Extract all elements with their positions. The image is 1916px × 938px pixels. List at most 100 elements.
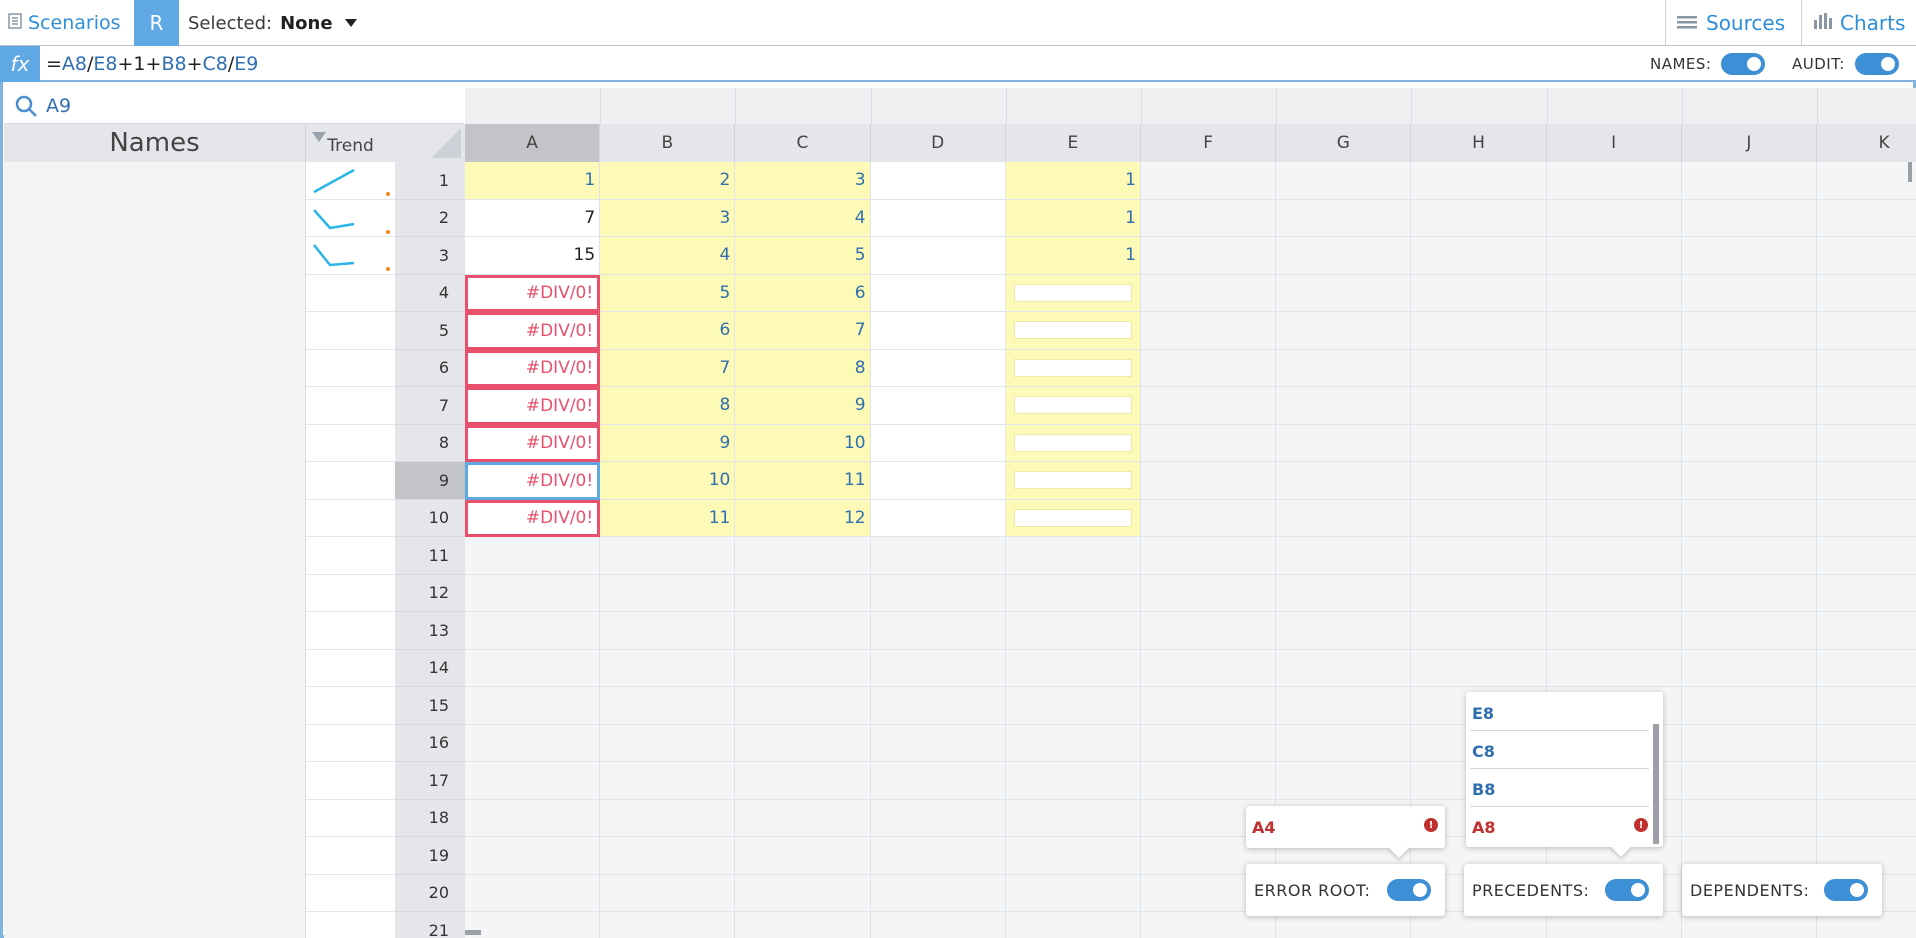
cell-f14[interactable] bbox=[1141, 649, 1277, 687]
cell-k16[interactable] bbox=[1817, 724, 1916, 762]
cell-j16[interactable] bbox=[1681, 724, 1817, 762]
cell-a5[interactable]: #DIV/0! bbox=[465, 312, 601, 350]
cell-j5[interactable] bbox=[1681, 312, 1817, 350]
cell-g5[interactable] bbox=[1276, 312, 1412, 350]
cell-c14[interactable] bbox=[735, 649, 871, 687]
column-header-h[interactable]: H bbox=[1411, 124, 1547, 162]
cell-e17[interactable] bbox=[1005, 762, 1141, 800]
cell-c5[interactable]: 7 bbox=[735, 312, 871, 350]
cell-e14[interactable] bbox=[1005, 649, 1141, 687]
column-header-d[interactable]: D bbox=[870, 124, 1006, 162]
cell-d2[interactable] bbox=[870, 199, 1006, 237]
cell-h13[interactable] bbox=[1411, 612, 1547, 650]
column-header-k[interactable]: K bbox=[1817, 124, 1916, 162]
cell-c11[interactable] bbox=[735, 537, 871, 575]
cell-a2[interactable]: 7 bbox=[465, 199, 601, 237]
cell-i7[interactable] bbox=[1546, 387, 1682, 425]
precedent-item-error[interactable]: A8 bbox=[1472, 818, 1496, 837]
cell-e1[interactable]: 1 bbox=[1005, 162, 1141, 200]
cell-i5[interactable] bbox=[1546, 312, 1682, 350]
cell-i10[interactable] bbox=[1546, 499, 1682, 537]
cell-j18[interactable] bbox=[1681, 799, 1817, 837]
cell-c4[interactable]: 6 bbox=[735, 274, 871, 312]
cell-a19[interactable] bbox=[465, 837, 601, 875]
cell-d18[interactable] bbox=[870, 799, 1006, 837]
cell-k5[interactable] bbox=[1817, 312, 1916, 350]
row-header-14[interactable]: 14 bbox=[395, 649, 465, 687]
cell-a1[interactable]: 1 bbox=[465, 162, 601, 200]
cell-b7[interactable]: 8 bbox=[600, 387, 736, 425]
cell-b13[interactable] bbox=[600, 612, 736, 650]
cell-i2[interactable] bbox=[1546, 199, 1682, 237]
cell-e9[interactable] bbox=[1005, 462, 1141, 500]
cell-b15[interactable] bbox=[600, 687, 736, 725]
cell-b9[interactable]: 10 bbox=[600, 462, 736, 500]
cell-j1[interactable] bbox=[1681, 162, 1817, 200]
cell-d1[interactable] bbox=[870, 162, 1006, 200]
cell-g2[interactable] bbox=[1276, 199, 1412, 237]
cell-i1[interactable] bbox=[1546, 162, 1682, 200]
cell-f7[interactable] bbox=[1141, 387, 1277, 425]
cell-a9[interactable]: #DIV/0! bbox=[465, 462, 601, 500]
cell-a16[interactable] bbox=[465, 724, 601, 762]
audit-toggle[interactable] bbox=[1854, 53, 1899, 75]
selected-dropdown[interactable]: Selected: None bbox=[188, 0, 357, 46]
cell-b17[interactable] bbox=[600, 762, 736, 800]
grid-horizontal-scrollbar[interactable] bbox=[465, 930, 481, 935]
dependents-toggle[interactable] bbox=[1824, 879, 1868, 901]
sources-button[interactable]: Sources bbox=[1665, 0, 1801, 46]
cell-c17[interactable] bbox=[735, 762, 871, 800]
row-header-9[interactable]: 9 bbox=[395, 462, 465, 500]
cell-i12[interactable] bbox=[1546, 574, 1682, 612]
cell-c3[interactable]: 5 bbox=[735, 237, 871, 275]
cell-g7[interactable] bbox=[1276, 387, 1412, 425]
fx-button[interactable]: fx bbox=[0, 46, 40, 82]
column-header-e[interactable]: E bbox=[1005, 124, 1141, 162]
cell-h8[interactable] bbox=[1411, 424, 1547, 462]
cell-f3[interactable] bbox=[1141, 237, 1277, 275]
cell-g14[interactable] bbox=[1276, 649, 1412, 687]
row-header-15[interactable]: 15 bbox=[395, 687, 465, 725]
cell-d3[interactable] bbox=[870, 237, 1006, 275]
cell-k12[interactable] bbox=[1817, 574, 1916, 612]
cell-a6[interactable]: #DIV/0! bbox=[465, 349, 601, 387]
row-header-20[interactable]: 20 bbox=[395, 874, 465, 912]
cell-k13[interactable] bbox=[1817, 612, 1916, 650]
cell-b10[interactable]: 11 bbox=[600, 499, 736, 537]
column-header-a[interactable]: A bbox=[465, 124, 601, 162]
charts-button[interactable]: Charts bbox=[1801, 0, 1916, 46]
cell-f10[interactable] bbox=[1141, 499, 1277, 537]
row-header-1[interactable]: 1 bbox=[395, 162, 465, 200]
row-header-16[interactable]: 16 bbox=[395, 724, 465, 762]
cell-f5[interactable] bbox=[1141, 312, 1277, 350]
cell-d6[interactable] bbox=[870, 349, 1006, 387]
cell-d14[interactable] bbox=[870, 649, 1006, 687]
cell-j9[interactable] bbox=[1681, 462, 1817, 500]
cell-g15[interactable] bbox=[1276, 687, 1412, 725]
search-input[interactable]: A9 bbox=[46, 95, 71, 117]
cell-g12[interactable] bbox=[1276, 574, 1412, 612]
cell-f4[interactable] bbox=[1141, 274, 1277, 312]
cell-a18[interactable] bbox=[465, 799, 601, 837]
cell-f1[interactable] bbox=[1141, 162, 1277, 200]
cell-i8[interactable] bbox=[1546, 424, 1682, 462]
precedent-item[interactable]: C8 bbox=[1472, 742, 1495, 761]
error-root-toggle[interactable] bbox=[1387, 879, 1431, 901]
cell-j2[interactable] bbox=[1681, 199, 1817, 237]
cell-i13[interactable] bbox=[1546, 612, 1682, 650]
cell-c21[interactable] bbox=[735, 912, 871, 938]
cell-j17[interactable] bbox=[1681, 762, 1817, 800]
cell-e4[interactable] bbox=[1005, 274, 1141, 312]
cell-c10[interactable]: 12 bbox=[735, 499, 871, 537]
cell-g13[interactable] bbox=[1276, 612, 1412, 650]
cell-a11[interactable] bbox=[465, 537, 601, 575]
cell-f11[interactable] bbox=[1141, 537, 1277, 575]
row-header-18[interactable]: 18 bbox=[395, 799, 465, 837]
cell-h5[interactable] bbox=[1411, 312, 1547, 350]
r-button[interactable]: R bbox=[134, 0, 179, 46]
cell-b8[interactable]: 9 bbox=[600, 424, 736, 462]
cell-c6[interactable]: 8 bbox=[735, 349, 871, 387]
select-all-corner[interactable] bbox=[395, 124, 465, 162]
cell-h12[interactable] bbox=[1411, 574, 1547, 612]
cell-j15[interactable] bbox=[1681, 687, 1817, 725]
